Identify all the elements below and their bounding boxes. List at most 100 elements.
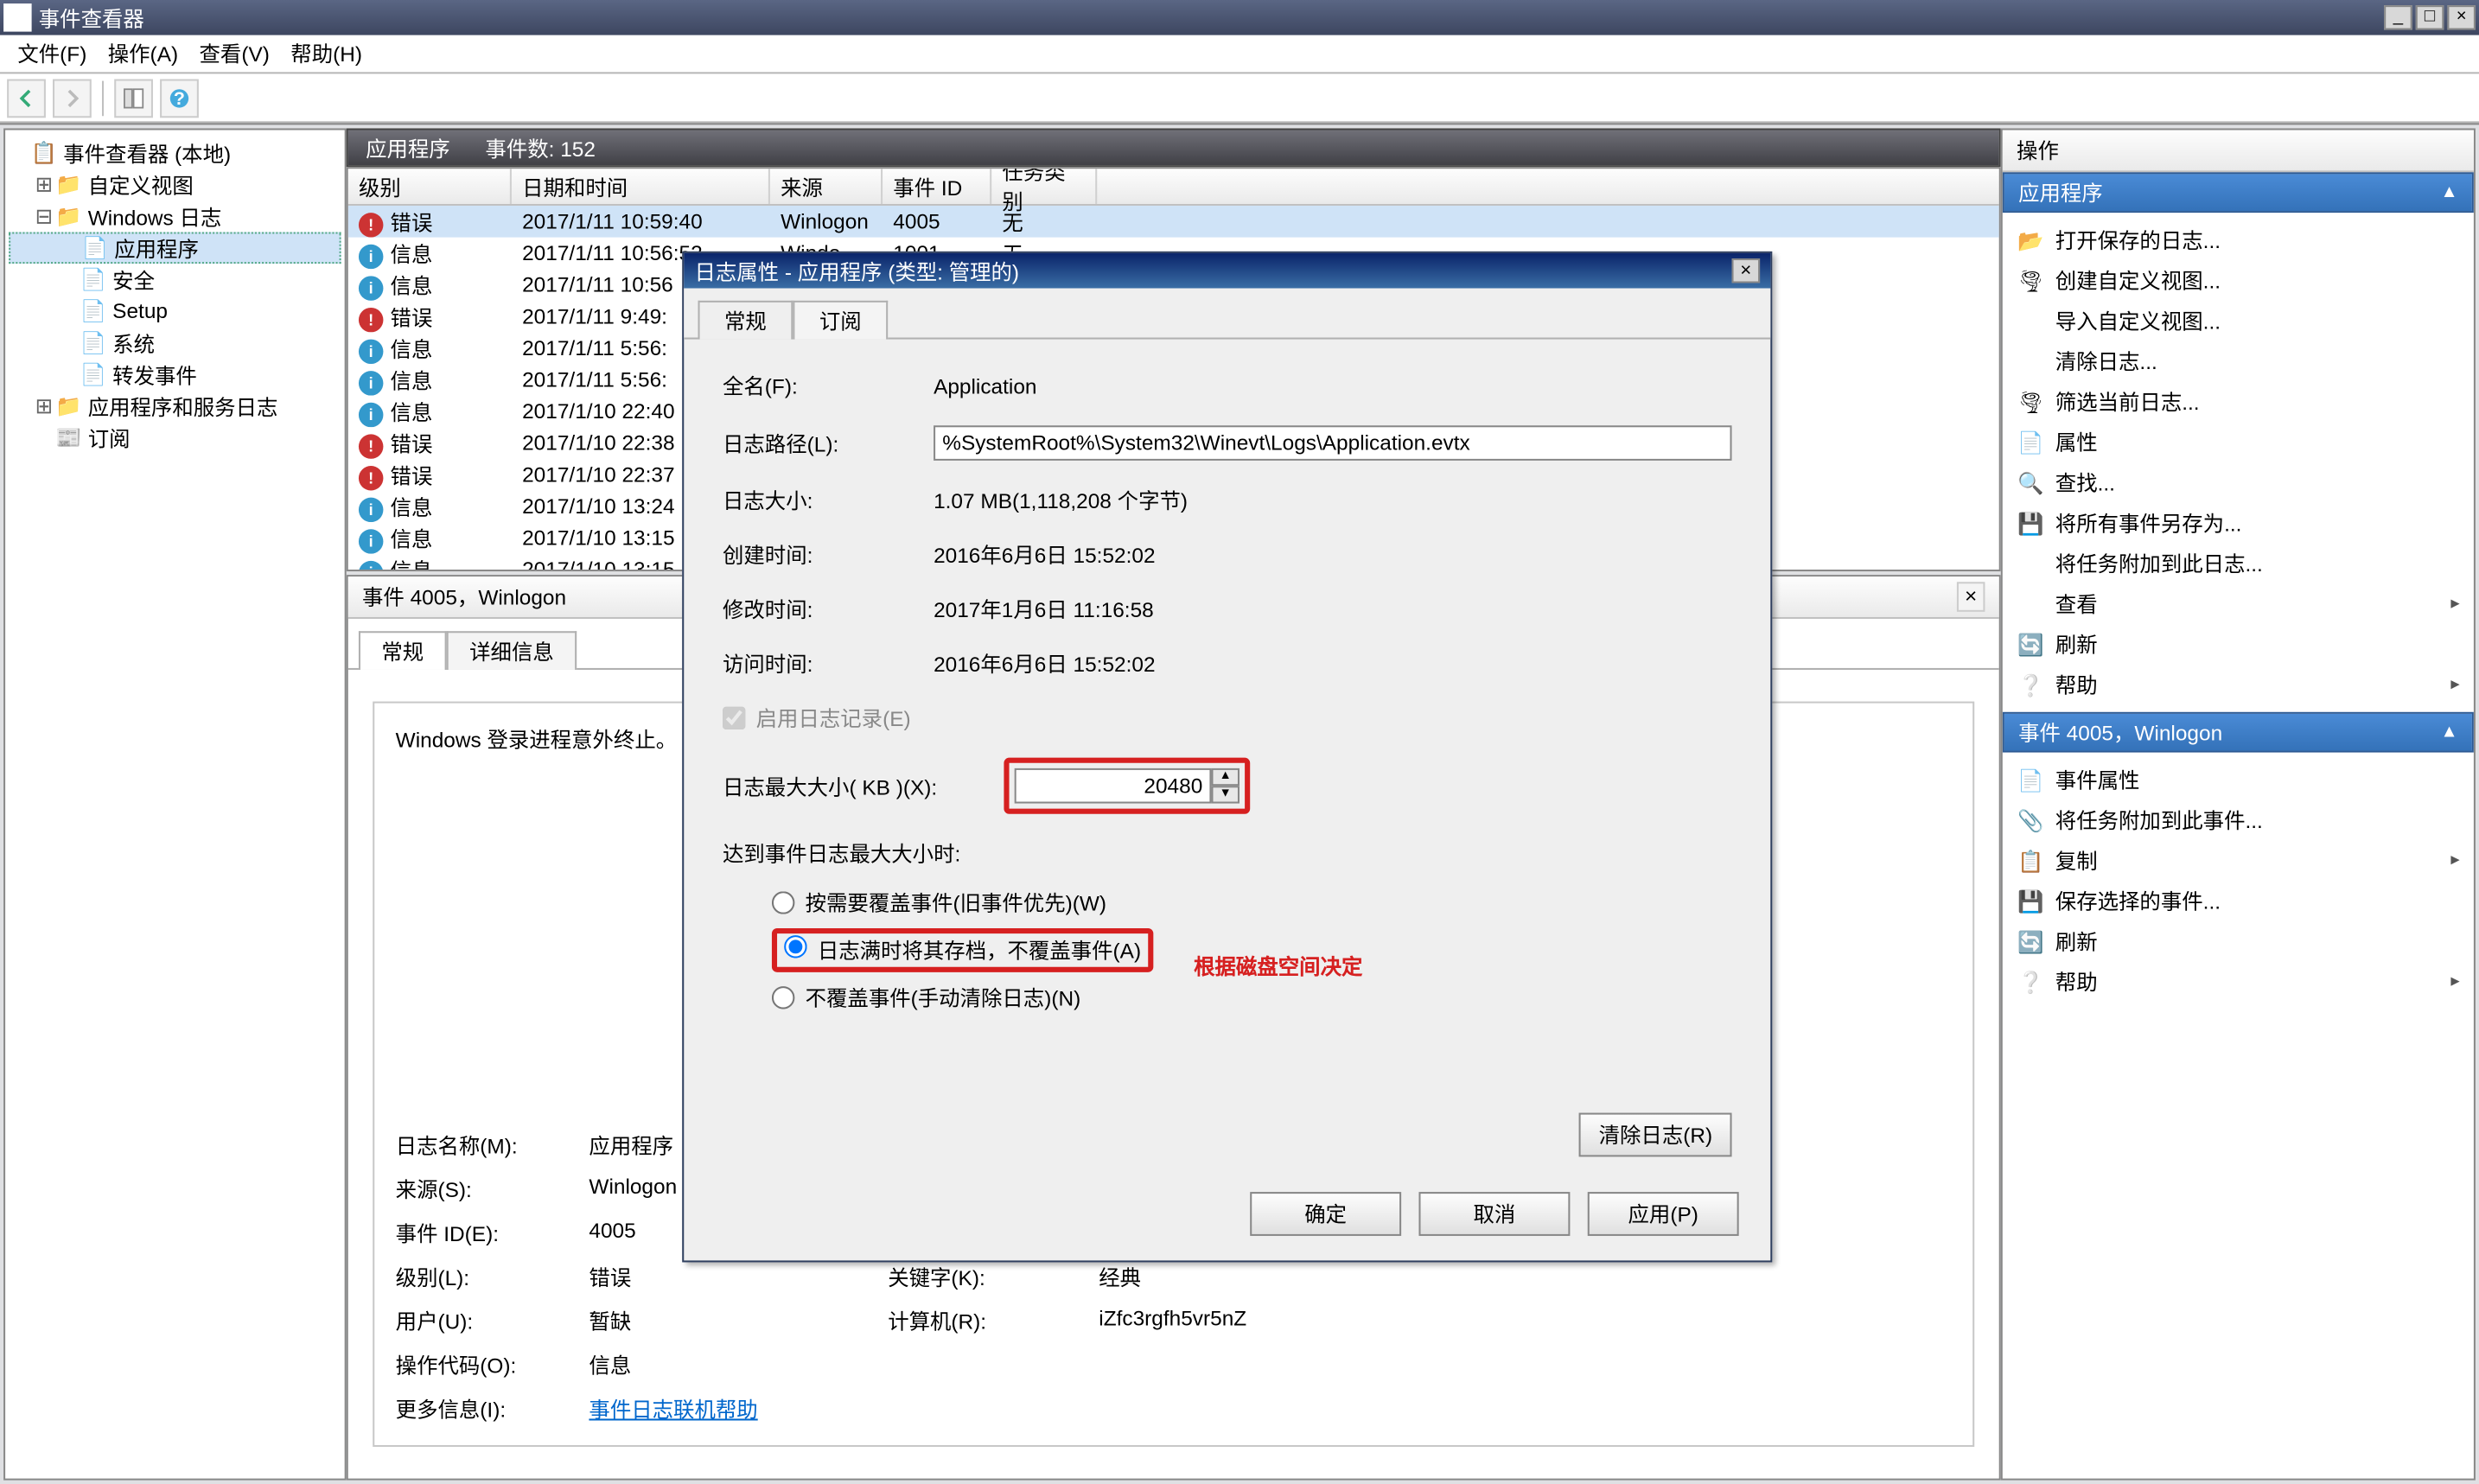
tree-security[interactable]: 📄安全 xyxy=(9,264,341,296)
col-id[interactable]: 事件 ID xyxy=(883,169,991,204)
menu-action[interactable]: 操作(A) xyxy=(98,35,189,73)
action-item[interactable]: 📋复制▸ xyxy=(2003,840,2474,881)
action-item[interactable]: 将任务附加到此日志... xyxy=(2003,544,2474,584)
dialog-close-button[interactable]: × xyxy=(1732,258,1761,283)
tree-custom-views[interactable]: ⊞📁自定义视图 xyxy=(9,169,341,201)
menu-help[interactable]: 帮助(H) xyxy=(280,35,373,73)
info-icon: i xyxy=(359,402,383,426)
action-item[interactable]: 🔍查找... xyxy=(2003,462,2474,503)
table-row[interactable]: !错误2017/1/11 10:59:40Winlogon4005无 xyxy=(348,206,1999,238)
collapse-icon: ▲ xyxy=(2440,723,2457,742)
submenu-icon: ▸ xyxy=(2450,595,2459,614)
maxsize-highlight: ▲▼ xyxy=(1004,758,1250,814)
info-icon: i xyxy=(359,339,383,363)
info-icon: i xyxy=(359,275,383,299)
lbl-fullname: 全名(F): xyxy=(723,371,934,401)
tab-details[interactable]: 详细信息 xyxy=(447,631,577,670)
action-item[interactable]: 🔄刷新 xyxy=(2003,921,2474,962)
error-icon: ! xyxy=(359,212,383,236)
dialog-tab-general[interactable]: 常规 xyxy=(698,301,793,340)
close-button[interactable]: × xyxy=(2447,5,2476,29)
action-item[interactable]: 📎将任务附加到此事件... xyxy=(2003,799,2474,840)
detail-close-button[interactable]: × xyxy=(1957,582,1985,612)
val-user: 暂缺 xyxy=(589,1306,888,1336)
input-path[interactable] xyxy=(934,425,1731,461)
list-count: 事件数: 152 xyxy=(485,133,596,163)
svg-text:?: ? xyxy=(174,87,185,108)
actions-group-event[interactable]: 事件 4005，Winlogon▲ xyxy=(2003,712,2474,753)
props-icon: 📄 xyxy=(2017,766,2045,794)
lbl-maxsize: 日志最大大小( KB )(X): xyxy=(723,771,1004,801)
tree-system[interactable]: 📄系统 xyxy=(9,327,341,359)
blank-icon xyxy=(2017,550,2045,578)
tree-application[interactable]: 📄应用程序 xyxy=(9,232,341,264)
action-item[interactable]: ❔帮助▸ xyxy=(2003,665,2474,705)
tab-general[interactable]: 常规 xyxy=(359,631,447,670)
funnel-plus-icon: 🌪 xyxy=(2017,266,2045,295)
help-button[interactable]: ? xyxy=(160,79,199,118)
app-icon xyxy=(3,3,32,32)
find-icon: 🔍 xyxy=(2017,468,2045,497)
detail-title: 事件 4005，Winlogon xyxy=(362,582,566,612)
tree-app-services[interactable]: ⊞📁应用程序和服务日志 xyxy=(9,391,341,423)
actions-title: 操作 xyxy=(2003,131,2474,173)
val-created: 2016年6月6日 15:52:02 xyxy=(934,539,1731,570)
lbl-path: 日志路径(L): xyxy=(723,428,934,458)
submenu-icon: ▸ xyxy=(2450,675,2459,694)
col-source[interactable]: 来源 xyxy=(770,169,883,204)
dialog-tab-subscription[interactable]: 订阅 xyxy=(793,301,888,340)
tree-windows-logs[interactable]: ⊟📁Windows 日志 xyxy=(9,201,341,232)
dialog-titlebar[interactable]: 日志属性 - 应用程序 (类型: 管理的) × xyxy=(684,253,1770,289)
action-item[interactable]: 🔄刷新 xyxy=(2003,624,2474,665)
ok-button[interactable]: 确定 xyxy=(1250,1192,1401,1236)
action-item[interactable]: 🌪筛选当前日志... xyxy=(2003,381,2474,422)
save-icon: 💾 xyxy=(2017,887,2045,915)
action-item[interactable]: 导入自定义视图... xyxy=(2003,301,2474,341)
col-task[interactable]: 任务类别 xyxy=(991,169,1097,204)
open-icon: 📂 xyxy=(2017,226,2045,254)
action-item[interactable]: ❔帮助▸ xyxy=(2003,962,2474,1003)
dialog-title: 日志属性 - 应用程序 (类型: 管理的) xyxy=(694,256,1019,286)
action-item[interactable]: 清除日志... xyxy=(2003,341,2474,382)
tree-setup[interactable]: 📄Setup xyxy=(9,296,341,328)
action-item[interactable]: 💾将所有事件另存为... xyxy=(2003,503,2474,544)
action-item[interactable]: 📄事件属性 xyxy=(2003,760,2474,800)
maximize-button[interactable]: □ xyxy=(2416,5,2444,29)
action-item[interactable]: 查看▸ xyxy=(2003,583,2474,624)
lbl-eventid: 事件 ID(E): xyxy=(396,1219,589,1249)
action-item[interactable]: 🌪创建自定义视图... xyxy=(2003,260,2474,301)
tree-subscriptions[interactable]: 📰订阅 xyxy=(9,422,341,454)
spin-buttons[interactable]: ▲▼ xyxy=(1211,768,1240,804)
lbl-created: 创建时间: xyxy=(723,539,934,570)
log-properties-dialog: 日志属性 - 应用程序 (类型: 管理的) × 常规 订阅 全名(F):Appl… xyxy=(682,252,1772,1263)
clear-log-button[interactable]: 清除日志(R) xyxy=(1579,1113,1731,1157)
log-icon: 📄 xyxy=(80,328,108,357)
menu-view[interactable]: 查看(V) xyxy=(188,35,280,73)
action-item[interactable]: 📄属性 xyxy=(2003,422,2474,462)
chk-enable-log[interactable] xyxy=(723,707,745,729)
minimize-button[interactable]: _ xyxy=(2384,5,2412,29)
tree-forwarded[interactable]: 📄转发事件 xyxy=(9,359,341,391)
actions-group-app[interactable]: 应用程序▲ xyxy=(2003,172,2474,213)
blank-icon xyxy=(2017,307,2045,335)
apply-button[interactable]: 应用(P) xyxy=(1588,1192,1739,1236)
back-button[interactable] xyxy=(7,79,46,118)
action-item[interactable]: 💾保存选择的事件... xyxy=(2003,881,2474,921)
lbl-computer: 计算机(R): xyxy=(888,1306,1099,1336)
val-fullname: Application xyxy=(934,373,1731,398)
col-date[interactable]: 日期和时间 xyxy=(512,169,770,204)
radio-no-overwrite[interactable]: 不覆盖事件(手动清除日志)(N) xyxy=(772,978,1732,1018)
forward-button[interactable] xyxy=(53,79,92,118)
menu-file[interactable]: 文件(F) xyxy=(7,35,97,73)
action-item[interactable]: 📂打开保存的日志... xyxy=(2003,220,2474,260)
toolbar-sep xyxy=(102,80,104,116)
show-tree-button[interactable] xyxy=(114,79,153,118)
input-maxsize[interactable] xyxy=(1015,768,1212,804)
tree-root[interactable]: 📋事件查看器 (本地) xyxy=(9,137,341,169)
link-online-help[interactable]: 事件日志联机帮助 xyxy=(589,1398,757,1422)
eventviewer-icon: 📋 xyxy=(30,139,59,168)
col-level[interactable]: 级别 xyxy=(348,169,512,204)
cancel-button[interactable]: 取消 xyxy=(1418,1192,1570,1236)
folder-icon: 📁 xyxy=(54,170,83,199)
radio-overwrite[interactable]: 按需要覆盖事件(旧事件优先)(W) xyxy=(772,882,1732,923)
